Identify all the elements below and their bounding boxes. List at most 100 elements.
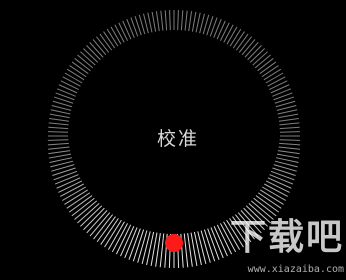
tick-mark <box>52 167 76 176</box>
tick-mark <box>229 28 242 47</box>
calibration-label: 校准 <box>156 128 199 150</box>
tick-mark <box>48 153 72 159</box>
tick-mark <box>220 22 230 41</box>
tick-mark <box>276 105 297 111</box>
tick-mark <box>48 131 69 133</box>
tick-mark <box>188 11 193 32</box>
tick-mark <box>269 174 294 185</box>
tick-mark <box>74 200 98 220</box>
tick-mark <box>164 10 168 31</box>
tick-mark <box>99 33 113 51</box>
tick-mark <box>279 126 300 130</box>
tick-mark <box>216 20 226 40</box>
tick-mark <box>118 22 128 41</box>
tick-mark <box>122 20 132 40</box>
tick-mark <box>277 150 300 155</box>
tick-mark <box>71 197 95 217</box>
tick-mark <box>278 117 299 122</box>
tick-mark <box>74 58 91 72</box>
tick-mark <box>83 207 105 231</box>
tick-mark <box>279 139 301 141</box>
tick-mark <box>54 174 79 185</box>
tick-mark <box>104 219 122 248</box>
tick-mark <box>155 11 160 32</box>
tick-mark <box>270 84 290 94</box>
tick-mark <box>53 170 78 181</box>
tick-mark <box>64 72 83 84</box>
tick-mark <box>235 33 249 51</box>
tick-mark <box>265 72 284 84</box>
tick-mark <box>56 88 76 97</box>
calibration-indicator-dot <box>165 234 183 252</box>
tick-mark <box>86 210 108 234</box>
tick-mark <box>195 12 201 33</box>
tick-mark <box>89 212 111 237</box>
tick-mark <box>259 61 277 75</box>
tick-mark <box>114 24 125 43</box>
tick-mark <box>62 76 81 87</box>
tick-mark <box>110 26 122 45</box>
tick-mark <box>270 170 295 181</box>
tick-mark <box>272 88 292 97</box>
tick-mark <box>169 10 171 31</box>
tick-mark <box>47 142 69 146</box>
tick-mark <box>159 233 165 268</box>
tick-mark <box>279 122 300 126</box>
tick-mark <box>226 26 238 45</box>
tick-mark <box>50 109 71 115</box>
tick-mark <box>279 131 300 133</box>
tick-mark <box>48 126 69 130</box>
tick-mark <box>276 153 300 159</box>
tick-mark <box>183 233 189 268</box>
tick-mark <box>151 11 157 32</box>
tick-mark <box>277 109 298 115</box>
tick-mark <box>263 68 282 81</box>
tick-mark <box>66 68 85 81</box>
tick-mark <box>60 80 79 90</box>
tick-mark <box>49 113 70 119</box>
tick-mark <box>213 18 222 38</box>
tick-mark <box>238 36 252 53</box>
tick-mark <box>69 65 87 78</box>
tick-mark <box>191 11 197 32</box>
tick-mark <box>177 10 179 31</box>
tick-mark <box>278 113 299 119</box>
tick-mark <box>223 24 234 43</box>
tick-mark <box>71 61 89 75</box>
tick-mark <box>100 218 119 245</box>
tick-mark <box>275 157 299 163</box>
watermark-logo: 下载吧 www.xiazaiba.com <box>204 214 344 278</box>
tick-mark <box>126 18 135 38</box>
tick-mark <box>267 76 286 87</box>
tick-mark <box>278 146 300 150</box>
tick-mark <box>48 122 69 126</box>
tick-mark <box>80 205 103 227</box>
tick-mark <box>261 65 279 78</box>
tick-mark <box>143 13 149 34</box>
tick-mark <box>49 117 70 122</box>
tick-mark <box>49 157 73 163</box>
tick-mark <box>141 231 151 265</box>
watermark-url: www.xiazaiba.com <box>247 264 344 275</box>
watermark-text: 下载吧 <box>229 217 344 258</box>
tick-mark <box>107 221 125 250</box>
tick-mark <box>232 31 245 49</box>
tick-mark <box>272 167 296 176</box>
tick-mark <box>199 13 205 34</box>
tick-mark <box>51 105 72 111</box>
tick-mark <box>96 36 110 53</box>
tick-mark <box>137 230 148 263</box>
tick-mark <box>93 214 114 240</box>
tick-mark <box>47 139 69 141</box>
tick-mark <box>77 202 100 224</box>
tick-mark <box>96 216 116 243</box>
tick-mark <box>48 146 70 150</box>
tick-mark <box>279 142 301 146</box>
tick-mark <box>147 12 153 33</box>
tick-mark <box>106 28 119 47</box>
tick-mark <box>48 150 71 155</box>
tick-mark <box>269 80 288 90</box>
tick-mark <box>257 58 274 72</box>
tick-mark <box>58 84 78 94</box>
tick-mark <box>180 10 184 31</box>
